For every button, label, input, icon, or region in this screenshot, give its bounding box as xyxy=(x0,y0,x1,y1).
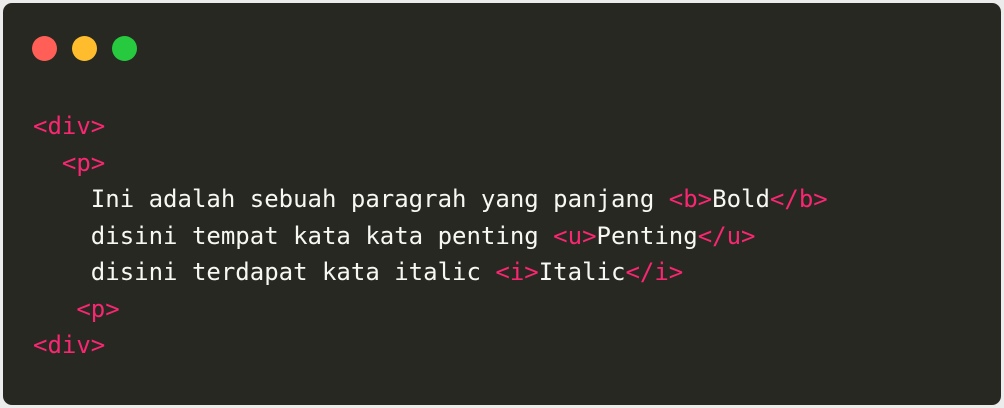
code-text: disini terdapat kata italic xyxy=(90,258,496,286)
code-window: <div> <p> Ini adalah sebuah paragrah yan… xyxy=(3,3,1001,405)
close-dot-icon[interactable] xyxy=(32,36,57,61)
code-line: Ini adalah sebuah paragrah yang panjang … xyxy=(33,181,828,218)
code-text: Ini adalah sebuah paragrah yang panjang xyxy=(90,185,669,213)
code-text: Italic xyxy=(538,258,626,286)
minimize-dot-icon[interactable] xyxy=(72,36,97,61)
code-tag: </i> xyxy=(625,258,684,286)
code-tag: <div> xyxy=(33,112,106,140)
code-tag: </b> xyxy=(769,185,828,213)
code-text: disini tempat kata kata penting xyxy=(90,221,554,250)
code-tag: <u> xyxy=(553,221,597,250)
code-text: Penting xyxy=(596,221,698,250)
code-tag: <b> xyxy=(668,185,713,213)
code-line: disini tempat kata kata penting <u>Penti… xyxy=(33,218,828,255)
maximize-dot-icon[interactable] xyxy=(112,36,137,61)
code-tag: <i> xyxy=(495,258,539,286)
code-tag: <p> xyxy=(61,148,106,177)
code-tag: <div> xyxy=(33,331,106,359)
code-line: <p> xyxy=(33,291,828,328)
code-tag: </u> xyxy=(697,221,756,250)
code-tag: <p> xyxy=(76,294,120,323)
code-block: <div> <p> Ini adalah sebuah paragrah yan… xyxy=(33,108,828,364)
code-text: Bold xyxy=(712,185,770,213)
code-line: <div> xyxy=(33,327,828,364)
code-line: <p> xyxy=(33,145,828,182)
code-line: <div> xyxy=(33,108,828,145)
code-line: disini terdapat kata italic <i>Italic</i… xyxy=(33,254,828,291)
